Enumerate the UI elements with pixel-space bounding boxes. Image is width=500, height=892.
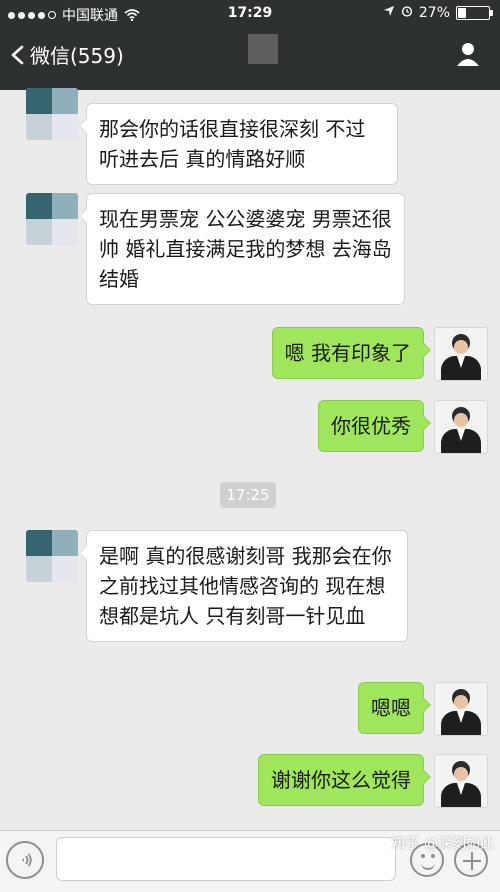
voice-button[interactable]	[6, 841, 44, 879]
top-bar: 中国联通 17:29 27% 微信(559)	[0, 0, 500, 90]
self-avatar[interactable]	[434, 400, 488, 454]
contact-avatar[interactable]	[26, 530, 78, 582]
message-left: 那会你的话很直接很深刻 不过听进去后 真的情路好顺	[26, 88, 398, 185]
message-right: 谢谢你这么觉得	[258, 754, 488, 808]
message-left: 是啊 真的很感谢刻哥 我那会在你之前找过其他情感咨询的 现在想想都是坑人 只有刻…	[26, 530, 408, 642]
alarm-icon	[401, 5, 413, 21]
message-bubble[interactable]: 谢谢你这么觉得	[258, 754, 431, 806]
self-avatar[interactable]	[434, 754, 488, 808]
profile-button[interactable]	[454, 40, 482, 68]
message-right: 你很优秀	[318, 400, 488, 454]
status-right: 27%	[383, 5, 493, 21]
status-bar: 中国联通 17:29 27%	[0, 0, 500, 28]
location-icon	[383, 5, 395, 21]
battery-icon	[456, 6, 493, 20]
message-bubble[interactable]: 嗯 我有印象了	[271, 327, 432, 379]
message-right: 嗯 我有印象了	[271, 327, 488, 381]
message-left: 现在男票宠 公公婆婆宠 男票还很帅 婚礼直接满足我的梦想 去海岛结婚	[26, 193, 405, 305]
message-input[interactable]	[56, 837, 396, 881]
watermark: 知乎 @深刻如此	[391, 836, 494, 852]
chat-timestamp: 17:25	[220, 482, 276, 508]
nav-bar: 微信(559)	[0, 30, 500, 86]
contact-avatar[interactable]	[26, 193, 78, 245]
self-avatar[interactable]	[434, 682, 488, 736]
user-icon	[457, 43, 479, 66]
self-avatar[interactable]	[434, 327, 488, 381]
battery-percent: 27%	[418, 5, 450, 21]
blurred-title	[248, 34, 278, 64]
voice-icon	[22, 853, 32, 867]
battery-fill	[458, 8, 466, 18]
contact-avatar[interactable]	[26, 88, 78, 140]
chevron-left-icon	[10, 45, 24, 65]
chat-area[interactable]: 那会你的话很直接很深刻 不过听进去后 真的情路好顺 现在男票宠 公公婆婆宠 男票…	[0, 88, 500, 830]
back-label: 微信(559)	[30, 44, 124, 68]
message-bubble[interactable]: 现在男票宠 公公婆婆宠 男票还很帅 婚礼直接满足我的梦想 去海岛结婚	[79, 193, 405, 305]
back-button[interactable]: 微信(559)	[10, 40, 124, 69]
message-bubble[interactable]: 那会你的话很直接很深刻 不过听进去后 真的情路好顺	[79, 103, 398, 185]
message-bubble[interactable]: 你很优秀	[318, 400, 431, 452]
message-bubble[interactable]: 嗯嗯	[358, 682, 431, 734]
message-right: 嗯嗯	[358, 682, 488, 736]
message-bubble[interactable]: 是啊 真的很感谢刻哥 我那会在你之前找过其他情感咨询的 现在想想都是坑人 只有刻…	[79, 530, 408, 642]
